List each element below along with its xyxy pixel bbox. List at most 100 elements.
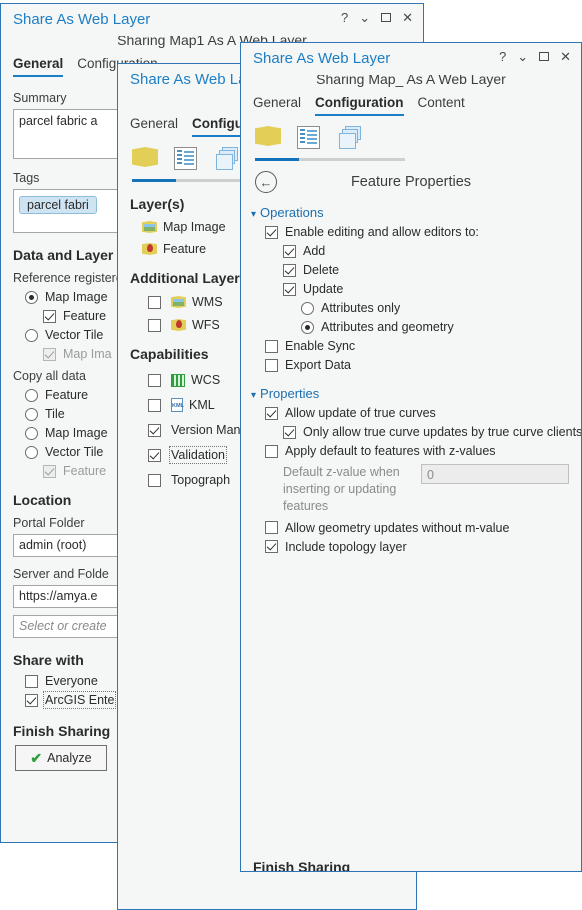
checkbox-enable-editing[interactable]: Enable editing and allow editors to: — [265, 225, 581, 239]
checkbox-icon[interactable] — [265, 339, 278, 353]
checkbox-label: Allow geometry updates without m-value — [285, 520, 510, 535]
tab-general[interactable]: General — [253, 95, 301, 116]
window-buttons-front: ? ⌄ ✕ — [499, 50, 571, 63]
radio-icon[interactable] — [25, 388, 38, 402]
toolbar-underline-front — [255, 158, 405, 161]
checkbox-icon[interactable] — [283, 425, 296, 439]
checkbox-label: Only allow true curve updates by true cu… — [303, 425, 582, 439]
checkbox-label: WFS — [192, 318, 220, 332]
checkbox-icon[interactable] — [283, 244, 296, 258]
map-image-icon — [142, 221, 157, 233]
radio-icon[interactable] — [25, 290, 38, 304]
checkbox-icon[interactable] — [25, 693, 38, 707]
checkbox-delete[interactable]: Delete — [283, 263, 581, 277]
dialog-title: Share As Web La — [130, 71, 247, 88]
radio-icon[interactable] — [301, 320, 314, 334]
checkbox-export-data[interactable]: Export Data — [265, 358, 581, 372]
radio-icon[interactable] — [25, 407, 38, 421]
checkbox-allow-geometry-no-m[interactable]: Allow geometry updates without m-value — [265, 521, 581, 535]
checkbox-enable-sync[interactable]: Enable Sync — [265, 339, 581, 353]
checkbox-allow-true-curves[interactable]: Allow update of true curves — [265, 406, 581, 420]
checkbox-icon[interactable] — [148, 318, 161, 332]
properties-label: Properties — [260, 386, 320, 401]
help-icon[interactable]: ? — [341, 11, 348, 24]
close-icon[interactable]: ✕ — [560, 50, 571, 63]
checkbox-include-topology-layer[interactable]: Include topology layer — [265, 540, 581, 554]
checkbox-icon[interactable] — [283, 263, 296, 277]
list-icon[interactable] — [297, 126, 327, 152]
default-z-value-input[interactable]: 0 — [421, 464, 569, 484]
wcs-icon — [171, 373, 185, 387]
checkbox-label: ArcGIS Ente — [42, 691, 117, 709]
checkbox-only-true-curve-clients[interactable]: Only allow true curve updates by true cu… — [265, 425, 581, 439]
panel-header: ← Feature Properties — [241, 161, 581, 193]
chevron-down-icon[interactable]: ⌄ — [359, 11, 370, 24]
checkbox-update[interactable]: Update — [283, 282, 581, 296]
checkbox-add[interactable]: Add — [283, 244, 581, 258]
checkbox-icon[interactable] — [148, 448, 161, 462]
share-as-web-layer-dialog-front[interactable]: Share As Web Layer ? ⌄ ✕ Sharing Map_ As… — [240, 42, 582, 872]
tab-configuration[interactable]: Configuration — [315, 95, 404, 116]
checkbox-label: Export Data — [285, 358, 352, 372]
checkbox-icon[interactable] — [265, 444, 278, 458]
checkbox-icon[interactable] — [25, 674, 38, 688]
checkbox-icon[interactable] — [148, 398, 161, 412]
back-arrow-icon[interactable]: ← — [255, 171, 277, 193]
checkbox-label: Validation — [169, 446, 227, 464]
close-icon[interactable]: ✕ — [402, 11, 413, 24]
restore-icon[interactable] — [539, 52, 550, 61]
tag-chip[interactable]: parcel fabri — [19, 196, 97, 214]
checkbox-icon[interactable] — [265, 521, 278, 535]
checkbox-label: WMS — [192, 295, 223, 309]
checkbox-label: Delete — [303, 263, 340, 277]
checkbox-apply-default-z[interactable]: Apply default to features with z-values — [265, 444, 581, 458]
radio-attributes-only[interactable]: Attributes only — [301, 301, 581, 315]
feature-icon — [142, 243, 157, 255]
checkbox-label: Version Man — [171, 423, 241, 437]
feature-icon — [171, 319, 186, 331]
radio-icon[interactable] — [25, 328, 38, 342]
analyze-label: Analyze — [47, 751, 92, 765]
map-icon[interactable] — [255, 126, 285, 152]
radio-label: Tile — [45, 407, 65, 421]
help-icon[interactable]: ? — [499, 50, 506, 63]
checkbox-icon[interactable] — [265, 225, 278, 239]
map-icon[interactable] — [132, 147, 162, 173]
chevron-down-icon: ▾ — [251, 209, 257, 220]
operations-section-header[interactable]: ▾ Operations — [251, 205, 581, 220]
checkbox-label: Include topology layer — [285, 539, 407, 554]
dialog-title: Share As Web Layer — [13, 11, 151, 28]
radio-attributes-and-geometry[interactable]: Attributes and geometry — [301, 320, 581, 334]
tab-general[interactable]: General — [130, 116, 178, 137]
checkbox-icon[interactable] — [148, 373, 161, 387]
checkbox-icon[interactable] — [148, 423, 161, 437]
checkbox-icon[interactable] — [148, 295, 161, 309]
radio-icon[interactable] — [25, 445, 38, 459]
checkbox-icon[interactable] — [283, 282, 296, 296]
map-image-icon — [171, 296, 186, 308]
properties-section-header[interactable]: ▾ Properties — [251, 386, 581, 401]
list-icon[interactable] — [174, 147, 204, 173]
checkbox-icon[interactable] — [265, 358, 278, 372]
copy-icon[interactable] — [339, 126, 369, 152]
radio-icon[interactable] — [301, 301, 314, 315]
checkbox-icon[interactable] — [148, 473, 161, 487]
radio-icon[interactable] — [25, 426, 38, 440]
radio-label: Attributes and geometry — [321, 320, 454, 334]
tab-content[interactable]: Content — [418, 95, 465, 116]
checkbox-label: Enable Sync — [285, 339, 356, 353]
checkbox-icon[interactable] — [43, 309, 56, 323]
chevron-down-icon: ▾ — [251, 390, 257, 401]
checkbox-icon[interactable] — [265, 540, 278, 554]
layer-label: Feature — [163, 242, 207, 256]
checkbox-icon[interactable] — [265, 406, 278, 420]
tab-general[interactable]: General — [13, 56, 64, 77]
restore-icon[interactable] — [381, 13, 392, 22]
radio-label: Vector Tile — [45, 328, 104, 342]
analyze-button[interactable]: ✔ Analyze — [15, 745, 107, 771]
titlebar-back: Share As Web Layer ? ⌄ ✕ — [1, 4, 423, 36]
dialog-title: Share As Web Layer — [253, 50, 391, 67]
chevron-down-icon[interactable]: ⌄ — [517, 50, 528, 63]
window-buttons-back: ? ⌄ ✕ — [341, 11, 413, 24]
titlebar-front: Share As Web Layer ? ⌄ ✕ — [241, 43, 581, 75]
